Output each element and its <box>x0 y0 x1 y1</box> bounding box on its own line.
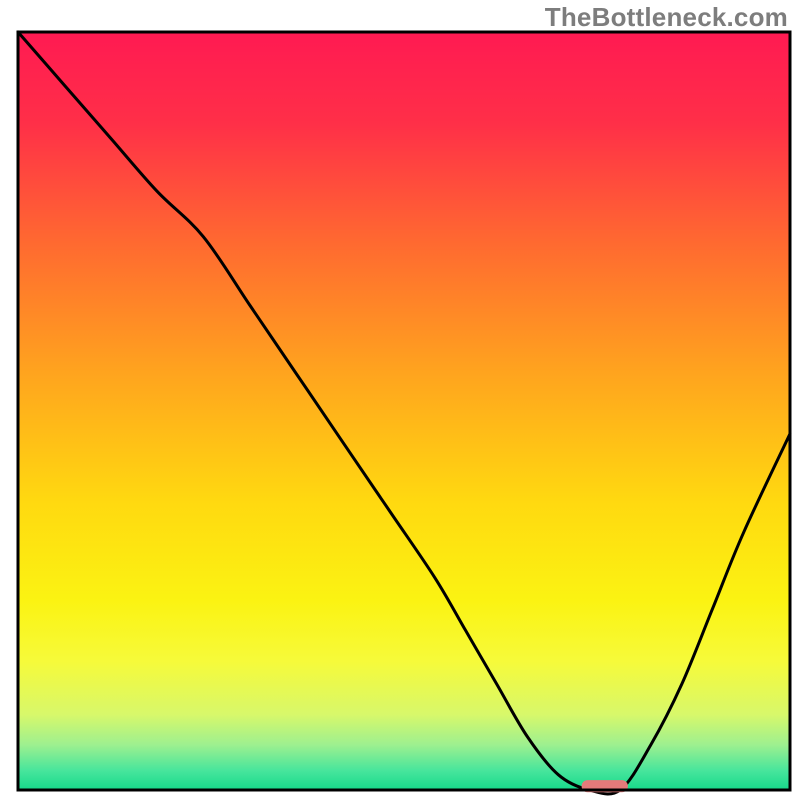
bottleneck-chart <box>0 0 800 800</box>
chart-container: TheBottleneck.com <box>0 0 800 800</box>
plot-background <box>18 32 790 790</box>
